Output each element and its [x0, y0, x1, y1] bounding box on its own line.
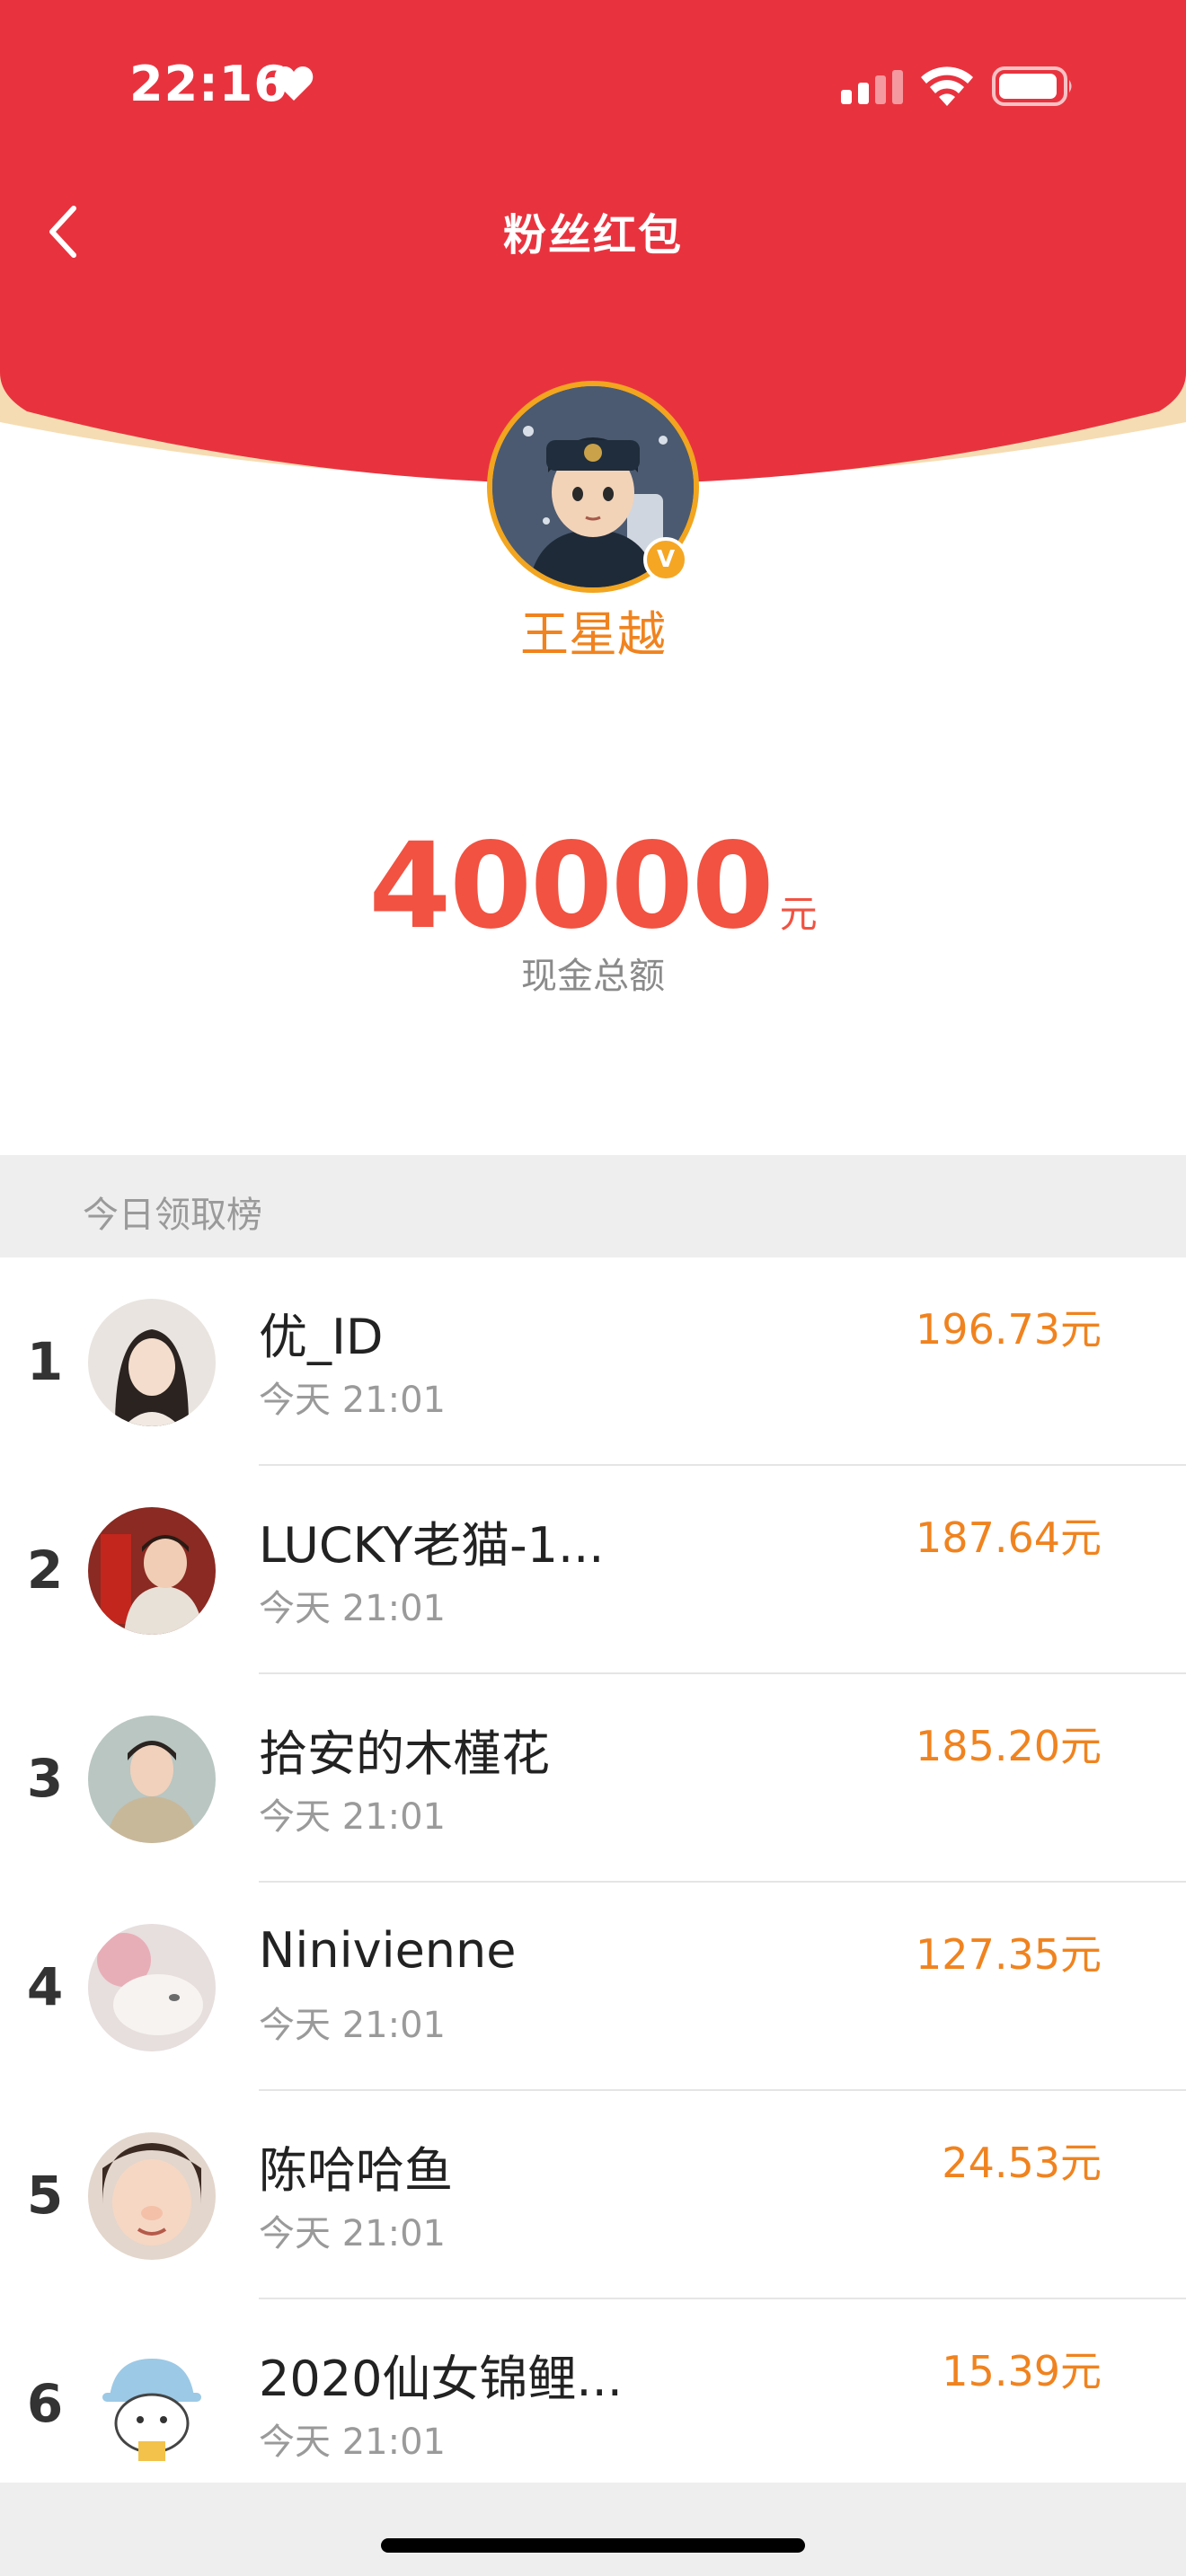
- claim-time: 今天 21:01: [259, 1796, 446, 1838]
- user-name: Ninivienne: [259, 1922, 517, 1979]
- status-time: 22:16: [129, 56, 288, 112]
- wifi-icon: [921, 66, 973, 106]
- heart-icon: [274, 66, 314, 101]
- avatar[interactable]: [88, 2132, 216, 2260]
- user-name: LUCKY老猫-1...: [259, 1517, 605, 1574]
- user-name: 陈哈哈鱼: [259, 2142, 453, 2199]
- claim-time: 今天 21:01: [259, 2213, 446, 2254]
- home-indicator[interactable]: [381, 2538, 805, 2553]
- status-bar: 22:16: [0, 0, 1186, 180]
- ranking-list: 1 优_ID 今天 21:01 196.73元 2 LUCKY老猫-1... 今…: [0, 1257, 1186, 2508]
- home-indicator-area: [0, 2483, 1186, 2576]
- total-amount: 40000 元: [0, 817, 1186, 956]
- total-amount-label: 现金总额: [521, 956, 665, 997]
- rank-number: 2: [26, 1539, 64, 1601]
- user-name: 拾安的木槿花: [259, 1725, 550, 1782]
- section-title: 今日领取榜: [83, 1195, 262, 1236]
- avatar[interactable]: [88, 1299, 216, 1426]
- avatar[interactable]: [88, 1507, 216, 1635]
- rank-number: 1: [26, 1331, 64, 1392]
- user-avatar-image: [88, 2341, 216, 2468]
- claim-time: 今天 21:01: [259, 2422, 446, 2463]
- rank-number: 3: [26, 1748, 64, 1809]
- user-name: 优_ID: [259, 1309, 384, 1365]
- avatar[interactable]: [88, 1716, 216, 1843]
- host-name[interactable]: 王星越: [0, 595, 1186, 666]
- total-amount-value: 40000: [368, 817, 774, 956]
- verified-badge-icon: V: [643, 537, 688, 582]
- ranking-row[interactable]: 6 2020仙女锦鲤... 今天 21:01 15.39元: [0, 2299, 1186, 2508]
- user-avatar-image: [88, 1299, 216, 1426]
- page-title: 粉丝红包: [502, 210, 683, 260]
- user-avatar-image: [88, 2132, 216, 2260]
- avatar[interactable]: [88, 1924, 216, 2051]
- ranking-row[interactable]: 1 优_ID 今天 21:01 196.73元: [0, 1257, 1186, 1466]
- claim-amount: 24.53元: [942, 2139, 1102, 2187]
- ranking-row[interactable]: 2 LUCKY老猫-1... 今天 21:01 187.64元: [0, 1466, 1186, 1674]
- claim-time: 今天 21:01: [259, 1380, 446, 1421]
- battery-icon: [992, 66, 1072, 106]
- rank-number: 5: [26, 2165, 64, 2226]
- ranking-row[interactable]: 4 Ninivienne 今天 21:01 127.35元: [0, 1883, 1186, 2091]
- rank-number: 4: [26, 1956, 64, 2017]
- claim-time: 今天 21:01: [259, 1588, 446, 1629]
- rank-number: 6: [26, 2373, 64, 2434]
- claim-amount: 185.20元: [916, 1722, 1102, 1770]
- total-amount-unit: 元: [779, 892, 818, 936]
- claim-time: 今天 21:01: [259, 2005, 446, 2046]
- ranking-row[interactable]: 3 拾安的木槿花 今天 21:01 185.20元: [0, 1674, 1186, 1883]
- user-avatar-image: [88, 1716, 216, 1843]
- claim-amount: 196.73元: [916, 1305, 1102, 1354]
- claim-amount: 15.39元: [942, 2347, 1102, 2395]
- cellular-signal-icon: [841, 70, 903, 104]
- ranking-row[interactable]: 5 陈哈哈鱼 今天 21:01 24.53元: [0, 2091, 1186, 2299]
- user-avatar-image: [88, 1924, 216, 2051]
- user-name: 2020仙女锦鲤...: [259, 2351, 623, 2407]
- section-header: 今日领取榜: [0, 1155, 1186, 1257]
- claim-amount: 127.35元: [916, 1930, 1102, 1979]
- host-avatar[interactable]: V: [487, 381, 699, 593]
- claim-amount: 187.64元: [916, 1513, 1102, 1562]
- user-avatar-image: [88, 1507, 216, 1635]
- avatar[interactable]: [88, 2341, 216, 2468]
